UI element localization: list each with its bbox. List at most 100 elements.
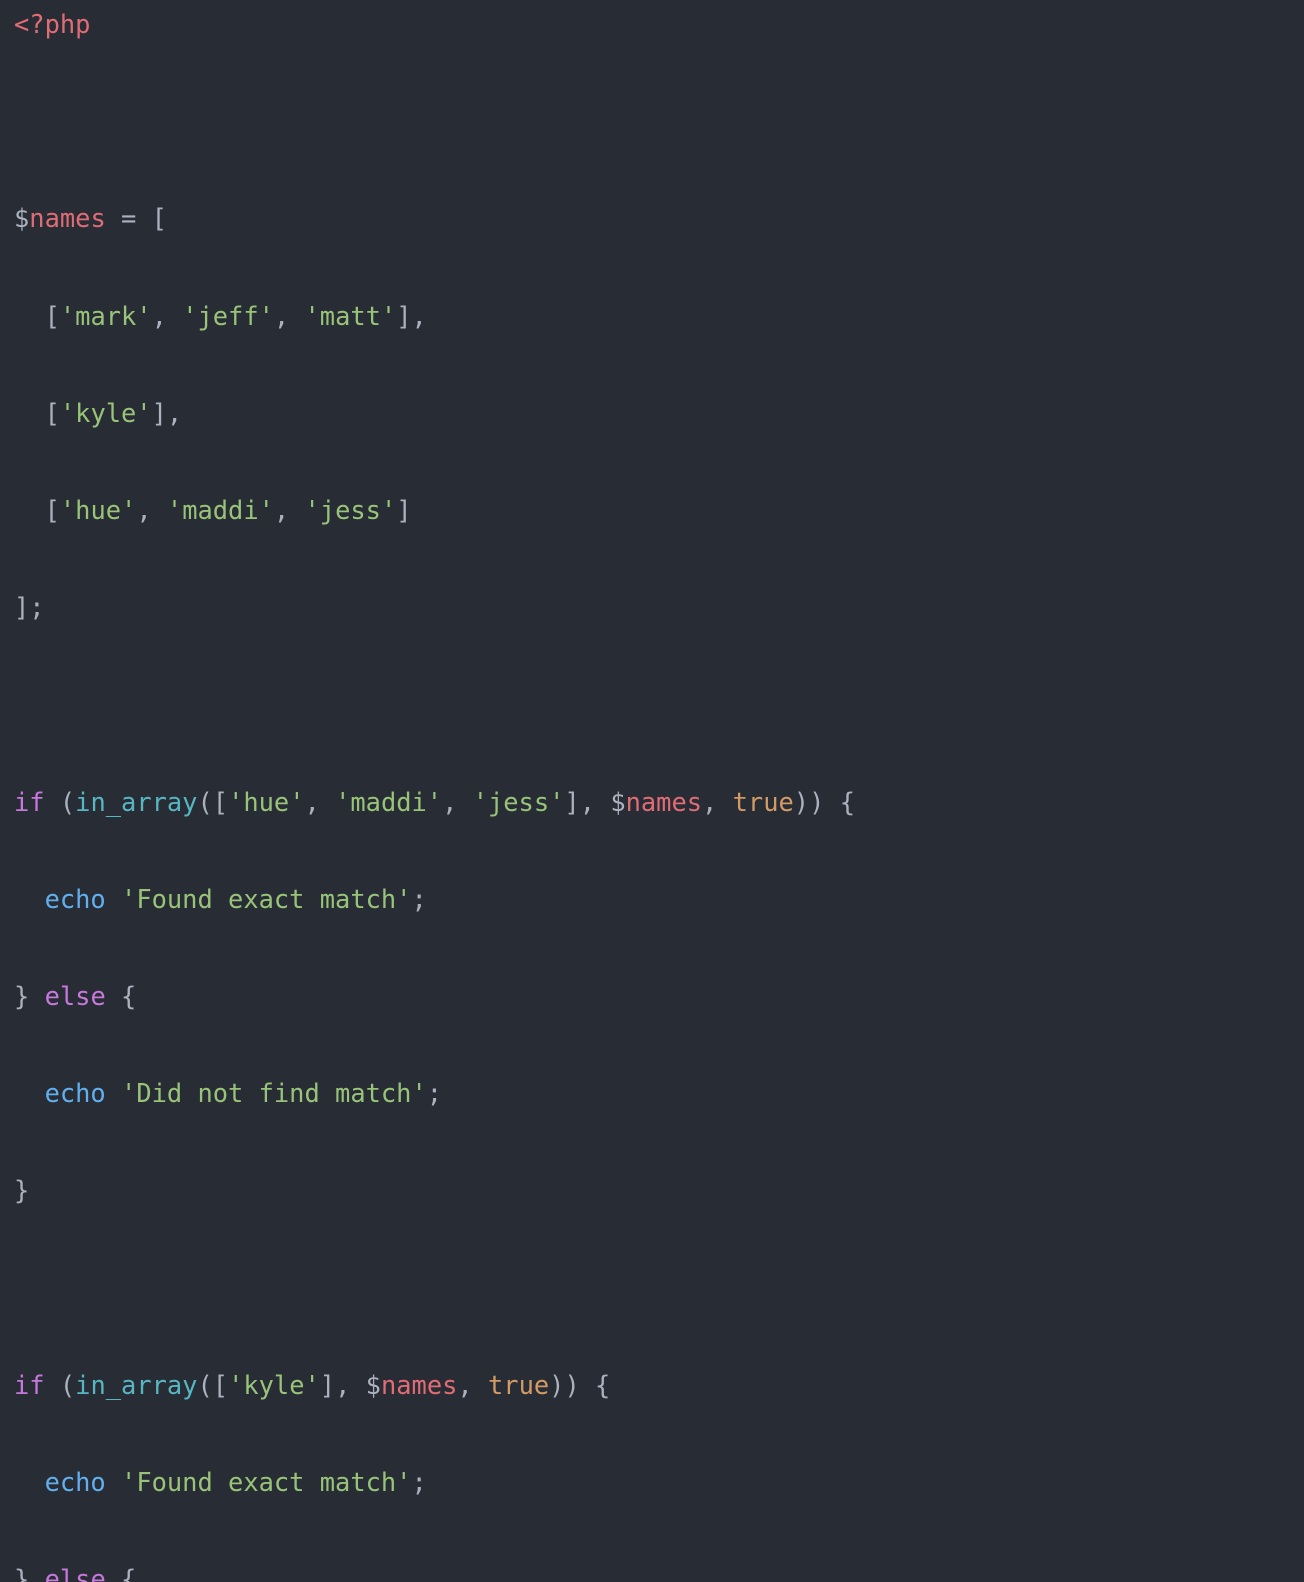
token-punc: , xyxy=(152,301,167,331)
token-punc xyxy=(320,787,335,817)
token-punc: , xyxy=(274,495,289,525)
token-punc xyxy=(717,787,732,817)
token-punc xyxy=(580,1370,595,1400)
token-punc: , xyxy=(305,787,320,817)
token-punc xyxy=(14,398,45,428)
token-punc: $ xyxy=(366,1370,381,1400)
token-punc: } xyxy=(14,1564,29,1582)
code-line[interactable]: echo 'Did not find match'; xyxy=(14,1069,1290,1118)
code-line[interactable]: } else { xyxy=(14,972,1290,1021)
token-punc: ( xyxy=(197,787,212,817)
token-bool: true xyxy=(733,787,794,817)
token-punc: [ xyxy=(152,203,167,233)
token-punc: ; xyxy=(411,884,426,914)
code-line[interactable]: <?php xyxy=(14,0,1290,49)
token-punc: ( xyxy=(197,1370,212,1400)
code-line[interactable]: ]; xyxy=(14,583,1290,632)
token-punc xyxy=(14,301,45,331)
token-punc xyxy=(14,1467,45,1497)
token-punc xyxy=(106,884,121,914)
token-punc: , xyxy=(580,787,595,817)
token-var: names xyxy=(29,203,105,233)
code-line[interactable]: ['mark', 'jeff', 'matt'], xyxy=(14,292,1290,341)
token-fn: echo xyxy=(45,1078,106,1108)
token-str: 'hue' xyxy=(228,787,304,817)
code-line[interactable]: ['hue', 'maddi', 'jess'] xyxy=(14,486,1290,535)
token-punc: ( xyxy=(60,1370,75,1400)
token-str: 'matt' xyxy=(305,301,397,331)
code-line[interactable]: } xyxy=(14,1166,1290,1215)
code-line[interactable] xyxy=(14,97,1290,146)
token-kw: if xyxy=(14,1370,45,1400)
token-punc: , xyxy=(442,787,457,817)
token-punc xyxy=(14,495,45,525)
token-kw: else xyxy=(45,981,106,1011)
token-str: 'kyle' xyxy=(228,1370,320,1400)
code-editor[interactable]: <?php $names = [ ['mark', 'jeff', 'matt'… xyxy=(0,0,1304,1582)
token-var: names xyxy=(626,787,702,817)
token-punc xyxy=(14,1078,45,1108)
token-str: 'mark' xyxy=(60,301,152,331)
token-str: 'hue' xyxy=(60,495,136,525)
token-punc: , xyxy=(412,301,427,331)
code-line[interactable]: echo 'Found exact match'; xyxy=(14,1458,1290,1507)
token-punc: ] xyxy=(152,398,167,428)
token-punc xyxy=(29,981,44,1011)
token-punc xyxy=(350,1370,365,1400)
token-bool: true xyxy=(488,1370,549,1400)
code-line[interactable] xyxy=(14,680,1290,729)
code-line[interactable]: } else { xyxy=(14,1555,1290,1582)
code-line[interactable]: if (in_array(['kyle'], $names, true)) { xyxy=(14,1361,1290,1410)
token-punc: , xyxy=(136,495,151,525)
code-line[interactable]: echo 'Found exact match'; xyxy=(14,875,1290,924)
token-punc: ) xyxy=(564,1370,579,1400)
token-call: in_array xyxy=(75,787,197,817)
token-punc: ( xyxy=(60,787,75,817)
token-punc xyxy=(136,203,151,233)
token-punc: ) xyxy=(809,787,824,817)
token-punc: , xyxy=(274,301,289,331)
token-tag: <?php xyxy=(14,9,90,39)
token-call: in_array xyxy=(75,1370,197,1400)
token-punc: ] xyxy=(14,592,29,622)
token-punc: [ xyxy=(213,1370,228,1400)
token-str: 'Found exact match' xyxy=(121,884,411,914)
token-punc: ) xyxy=(549,1370,564,1400)
token-punc xyxy=(45,787,60,817)
token-punc: } xyxy=(14,1175,29,1205)
token-punc xyxy=(167,301,182,331)
token-punc: } xyxy=(14,981,29,1011)
token-punc xyxy=(14,884,45,914)
token-punc: , xyxy=(335,1370,350,1400)
token-punc: ; xyxy=(411,1467,426,1497)
token-punc xyxy=(106,203,121,233)
token-punc xyxy=(106,981,121,1011)
token-punc xyxy=(106,1467,121,1497)
token-punc: ] xyxy=(564,787,579,817)
token-str: 'maddi' xyxy=(167,495,274,525)
token-str: 'jess' xyxy=(305,495,397,525)
token-str: 'jeff' xyxy=(182,301,274,331)
code-line[interactable]: $names = [ xyxy=(14,194,1290,243)
token-punc: $ xyxy=(14,203,29,233)
token-punc: , xyxy=(702,787,717,817)
token-punc: ; xyxy=(427,1078,442,1108)
token-str: 'Did not find match' xyxy=(121,1078,427,1108)
token-punc: ; xyxy=(29,592,44,622)
token-punc: ] xyxy=(320,1370,335,1400)
code-line[interactable]: if (in_array(['hue', 'maddi', 'jess'], $… xyxy=(14,778,1290,827)
code-line[interactable]: ['kyle'], xyxy=(14,389,1290,438)
token-fn: echo xyxy=(45,884,106,914)
token-punc: [ xyxy=(45,301,60,331)
token-punc: { xyxy=(121,981,136,1011)
token-punc: , xyxy=(167,398,182,428)
token-punc: , xyxy=(457,1370,472,1400)
token-str: 'Found exact match' xyxy=(121,1467,411,1497)
token-punc: ) xyxy=(794,787,809,817)
token-punc: = xyxy=(121,203,136,233)
token-punc: $ xyxy=(610,787,625,817)
token-punc xyxy=(289,301,304,331)
token-punc xyxy=(457,787,472,817)
token-str: 'jess' xyxy=(473,787,565,817)
code-line[interactable] xyxy=(14,1263,1290,1312)
